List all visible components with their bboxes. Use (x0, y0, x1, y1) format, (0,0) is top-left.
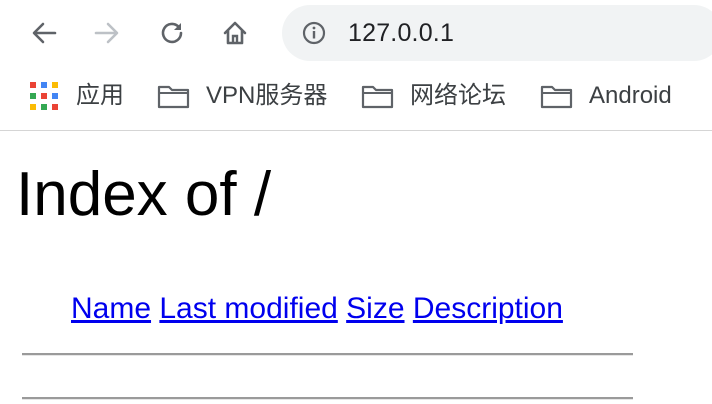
footer-divider (22, 397, 633, 400)
address-bar[interactable]: 127.0.0.1 (282, 5, 712, 61)
home-button[interactable] (213, 11, 257, 55)
listing-header: Name Last modified Size Description (71, 291, 563, 327)
arrow-left-icon (32, 22, 57, 44)
folder-icon (157, 85, 190, 109)
page-content: Index of / Name Last modified Size Descr… (0, 131, 712, 404)
home-icon (223, 21, 247, 45)
reload-button[interactable] (150, 11, 194, 55)
bookmark-folder-android[interactable]: Android (540, 80, 672, 112)
reload-icon (161, 22, 183, 44)
folder-icon (361, 85, 394, 109)
column-description-link[interactable]: Description (413, 292, 563, 325)
browser-toolbar: 127.0.0.1 (0, 0, 712, 66)
address-bar-url[interactable]: 127.0.0.1 (348, 19, 454, 47)
bookmark-label: 网络论坛 (410, 82, 506, 109)
info-circle-icon[interactable] (302, 21, 326, 45)
folder-icon (540, 85, 573, 109)
bookmark-folder-vpn[interactable]: VPN服务器 (157, 80, 327, 112)
column-size-link[interactable]: Size (346, 292, 404, 325)
forward-button[interactable] (85, 11, 129, 55)
bookmark-label: 应用 (76, 82, 124, 109)
apps-grid-icon (30, 82, 58, 110)
column-name-link[interactable]: Name (71, 292, 151, 325)
column-last-modified-link[interactable]: Last modified (159, 292, 337, 325)
arrow-right-icon (94, 22, 119, 44)
bookmark-apps[interactable]: 应用 (30, 80, 124, 112)
bookmark-label: Android (589, 82, 672, 109)
page-title: Index of / (16, 160, 272, 229)
bookmark-label: VPN服务器 (206, 82, 328, 109)
bookmarks-bar: 应用 VPN服务器 网络论坛 Android (0, 66, 712, 131)
bookmark-folder-forum[interactable]: 网络论坛 (361, 80, 506, 112)
back-button[interactable] (22, 11, 66, 55)
header-divider (22, 353, 633, 356)
